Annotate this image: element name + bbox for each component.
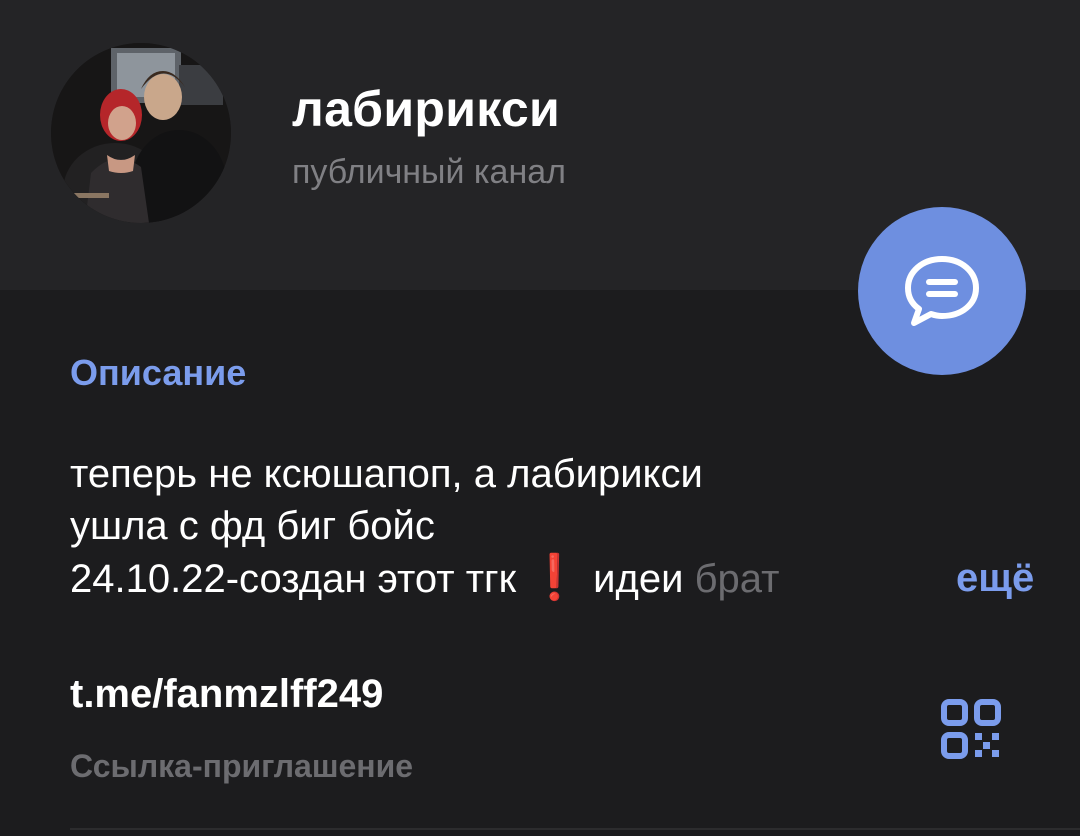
description-line: теперь не ксюшапоп, а лабирикси: [70, 452, 703, 496]
description-line-text: идеи: [582, 557, 695, 601]
qr-code-button[interactable]: [940, 698, 1002, 760]
invite-link[interactable]: t.me/fanmzlff249: [70, 672, 383, 717]
avatar-photo: [51, 43, 231, 223]
chat-bubble-icon: [905, 256, 979, 326]
invite-link-caption: Ссылка-приглашение: [70, 748, 414, 784]
description-title: Описание: [70, 352, 247, 393]
channel-description: теперь не ксюшапоп, а лабирикси ушла с ф…: [70, 448, 1035, 605]
description-line-text: 24.10.22-создан этот тгк: [70, 557, 517, 601]
qr-code-icon: [941, 699, 1001, 759]
description-truncated-text: брат: [694, 557, 780, 601]
discussion-chat-button[interactable]: [858, 207, 1026, 375]
channel-avatar[interactable]: [51, 43, 231, 223]
description-line: ушла с фд биг бойс: [70, 504, 435, 548]
channel-name: лабирикси: [292, 81, 561, 137]
channel-info-page: лабирикси публичный канал Описание тепер…: [0, 0, 1080, 836]
exclamation-emoji-icon: ❗: [527, 553, 583, 602]
section-divider: [70, 828, 1080, 830]
show-more-link[interactable]: ещё: [916, 552, 1035, 604]
description-line: 24.10.22-создан этот тгк ❗ идеи брат ещё: [70, 552, 1035, 605]
channel-type-label: публичный канал: [292, 153, 566, 191]
